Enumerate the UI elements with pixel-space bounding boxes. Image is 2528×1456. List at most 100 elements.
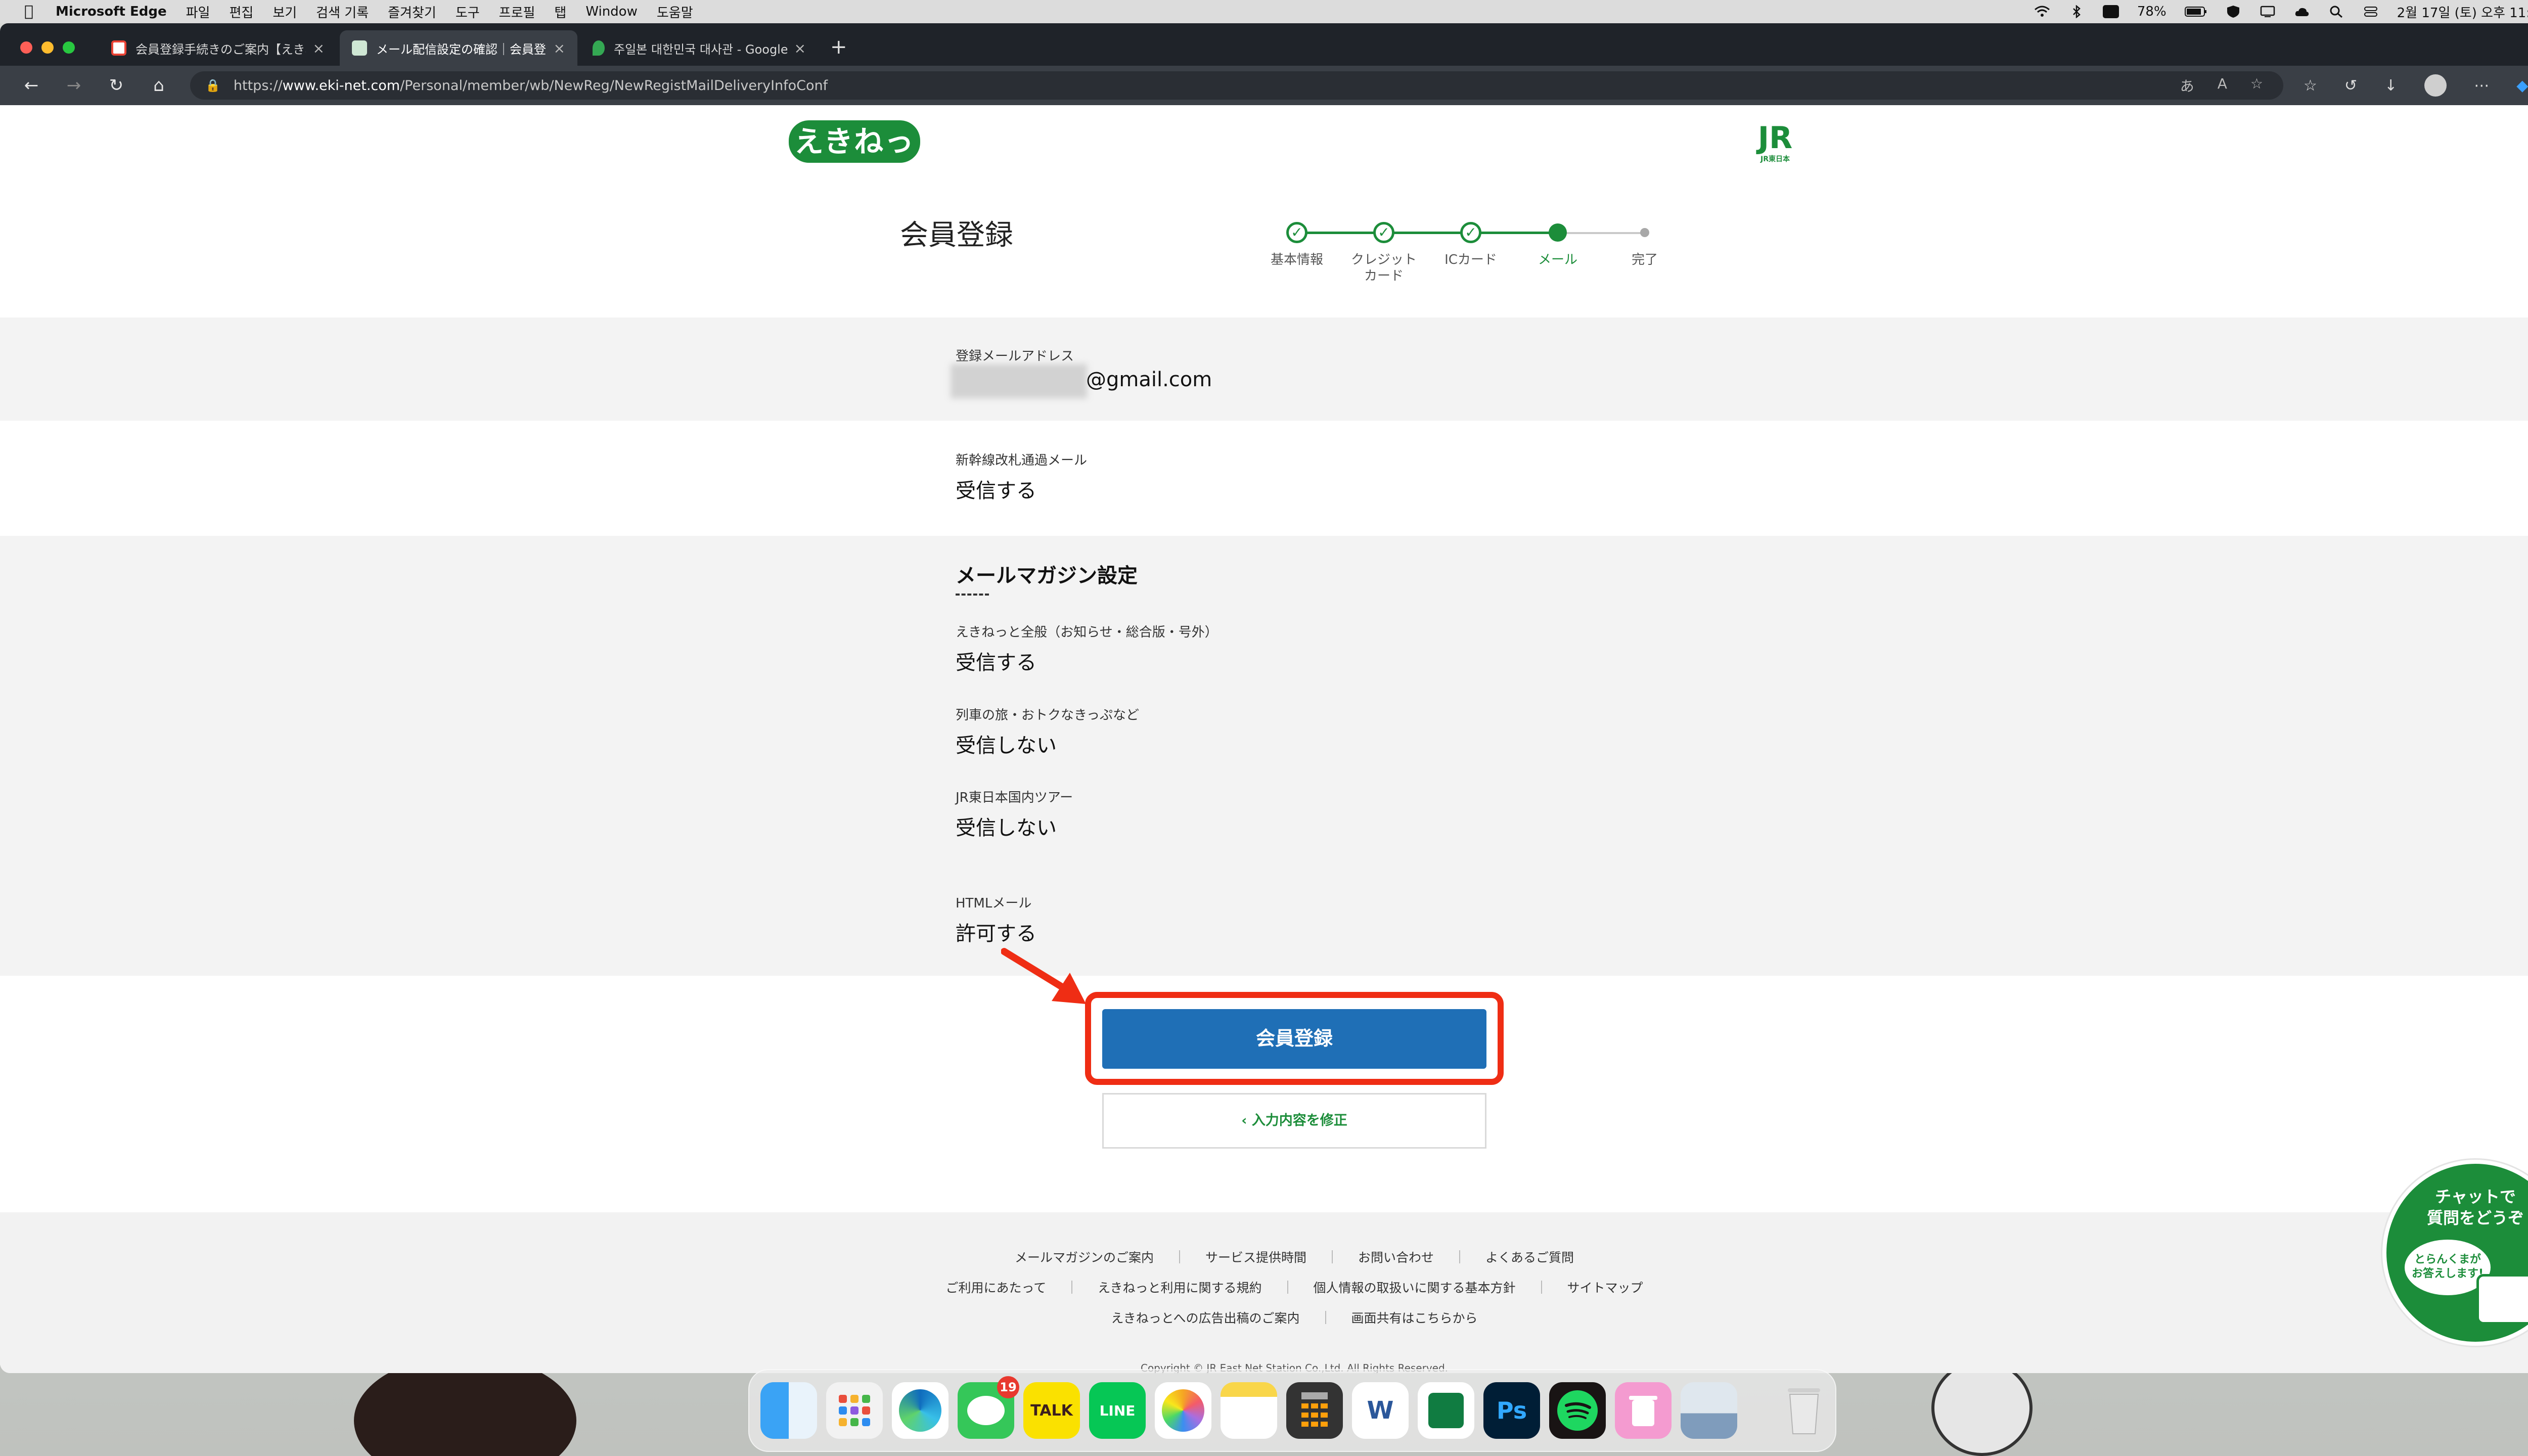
control-center-icon[interactable] [2363,5,2379,18]
back-icon[interactable]: ← [20,75,42,96]
edit-input-button[interactable]: ‹ 入力内容を修正 [1102,1093,1486,1149]
footer-links-row-2: ご利用にあたって えきねっと利用に関する規約 個人情報の取扱いに関する基本方針 … [0,1278,2528,1296]
calculator-icon[interactable] [1286,1382,1343,1439]
chat-title-line1: チャットで [2435,1187,2516,1206]
menu-tools[interactable]: 도구 [456,3,480,21]
map-pin-icon [593,40,605,56]
mail-magazine-title: メールマガジン設定 [956,564,1138,587]
finder-icon[interactable] [760,1382,817,1439]
footer-link-faq[interactable]: よくあるご質問 [1485,1248,1574,1266]
browser-window: 会員登録手続きのご案内【えきね × メール配信設定の確認｜会員登録 × 주일본 … [0,23,2528,1373]
menu-help[interactable]: 도움말 [657,3,693,21]
new-tab-icon[interactable]: + [830,35,847,59]
preview-icon[interactable] [1681,1382,1737,1439]
menu-app-name[interactable]: Microsoft Edge [56,4,167,19]
menu-window[interactable]: Window [585,4,638,19]
footer-link-advertising[interactable]: えきねっとへの広告出稿のご案内 [1111,1308,1299,1327]
close-tab-icon[interactable]: × [794,40,806,57]
battery-icon[interactable] [2184,5,2207,18]
email-section: 登録メールアドレス @gmail.com [0,317,2528,421]
step-check-icon: ✓ [1460,222,1481,243]
eki-net-logo[interactable]: えきねっと [789,120,920,201]
word-icon[interactable]: W [1352,1382,1409,1439]
translate-icon[interactable]: あ [2180,75,2194,96]
menu-file[interactable]: 파일 [186,3,210,21]
menubar-clock[interactable]: 2월 17일 (토) 오후 11:16:29 [2397,3,2528,21]
notes-icon[interactable] [1221,1382,1277,1439]
address-bar[interactable]: 🔒 https://www.eki-net.com/Personal/membe… [190,71,2283,100]
kakaotalk-icon[interactable]: TALK [1023,1382,1080,1439]
spotify-icon[interactable] [1549,1382,1606,1439]
jr-east-logo[interactable]: JR JR東日本 [1750,120,1800,163]
history-icon[interactable]: ↺ [2344,77,2357,95]
register-member-button[interactable]: 会員登録 [1102,1009,1486,1069]
menu-view[interactable]: 보기 [273,3,297,21]
chevron-left-icon: ‹ [1241,1113,1252,1128]
address-bar-actions: あ A ☆ [2180,75,2263,96]
eki-net-favicon-icon [352,40,367,56]
step-label-credit-card: クレジット カード [1350,252,1417,284]
photos-flower-shape [1162,1389,1204,1432]
display-icon[interactable] [2260,5,2276,18]
edit-input-label: 入力内容を修正 [1251,1113,1347,1128]
footer-link-privacy[interactable]: 個人情報の取扱いに関する基本方針 [1314,1278,1516,1296]
read-aloud-icon[interactable]: A [2218,75,2227,96]
menu-edit[interactable]: 편집 [229,3,253,21]
launchpad-icon[interactable] [826,1382,883,1439]
url-path: /Personal/member/wb/NewReg/NewRegistMail… [400,77,828,94]
close-window-button[interactable] [20,41,32,54]
footer-link-usage[interactable]: ご利用にあたって [945,1278,1046,1296]
mac-dock: 19 TALK LINE W Ps [748,1369,1836,1452]
footer-link-screen-share[interactable]: 画面共有はこちらから [1351,1308,1478,1327]
menu-history[interactable]: 검색 기록 [316,3,369,21]
close-tab-icon[interactable]: × [554,40,565,57]
reload-icon[interactable]: ↻ [105,75,127,96]
photos-icon[interactable] [1155,1382,1211,1439]
wifi-icon[interactable] [2034,5,2050,18]
forward-icon[interactable]: → [63,75,85,96]
more-menu-icon[interactable]: ⋯ [2474,77,2489,95]
zoom-window-button[interactable] [63,41,75,54]
footer-link-mail-magazine[interactable]: メールマガジンのご案内 [1015,1248,1154,1266]
minimize-window-button[interactable] [41,41,54,54]
favorites-icon[interactable]: ☆ [2304,77,2317,95]
menu-profile[interactable]: 프로필 [499,3,535,21]
footer-link-service-hours[interactable]: サービス提供時間 [1205,1248,1306,1266]
favorite-star-icon[interactable]: ☆ [2250,75,2263,96]
cloud-icon[interactable] [2294,5,2310,18]
home-icon[interactable]: ⌂ [148,75,170,96]
downloads-icon[interactable]: ↓ [2384,77,2397,95]
menu-tab[interactable]: 탭 [554,3,566,21]
edge-browser-icon[interactable] [892,1382,949,1439]
tab-bar: 会員登録手続きのご案内【えきね × メール配信設定の確認｜会員登録 × 주일본 … [0,23,2528,66]
cleaner-app-icon[interactable] [1615,1382,1672,1439]
search-icon[interactable] [2328,5,2344,18]
lock-icon[interactable]: 🔒 [205,78,220,93]
profile-avatar[interactable] [2424,74,2447,97]
menu-favorites[interactable]: 즐겨찾기 [388,3,436,21]
close-tab-icon[interactable]: × [313,40,325,57]
trash-icon[interactable] [1776,1382,1832,1439]
tab-gmail[interactable]: 会員登録手続きのご案内【えきね × [99,30,337,66]
excel-icon[interactable] [1418,1382,1474,1439]
messages-icon[interactable]: 19 [958,1376,1019,1439]
page-content: えきねっと JR JR東日本 会員登録 ✓ ✓ ✓ 基本情報 クレジット カード I… [0,105,2528,1373]
footer-link-sitemap[interactable]: サイトマップ [1567,1278,1643,1296]
mac-menu-bar:  Microsoft Edge 파일 편집 보기 검색 기록 즐겨찾기 도구 … [0,0,2528,23]
magazine-travel-label: 列車の旅・おトクなきっぷなど [956,708,1139,723]
footer-link-terms[interactable]: えきねっと利用に関する規約 [1098,1278,1261,1296]
photoshop-icon[interactable]: Ps [1483,1382,1540,1439]
toolbar-right-icons: ☆ ↺ ↓ ⋯ ◆ [2304,74,2528,97]
jr-logo-text: JR [1757,120,1793,156]
footer-separator [1332,1250,1333,1263]
input-method-icon[interactable] [2102,5,2119,18]
tab-eki-net[interactable]: メール配信設定の確認｜会員登録 × [340,30,577,66]
bluetooth-icon[interactable] [2068,5,2085,18]
progress-steps: ✓ ✓ ✓ 基本情報 クレジット カード ICカード メール 完了 [1264,216,1668,287]
tab-google-maps[interactable]: 주일본 대한민국 대사관 - Google 지도 × [580,30,818,66]
copilot-icon[interactable]: ◆ [2516,77,2528,95]
apple-icon[interactable]:  [20,3,37,20]
footer-link-contact[interactable]: お問い合わせ [1358,1248,1434,1266]
vpn-shield-icon[interactable] [2225,5,2241,18]
line-app-icon[interactable]: LINE [1089,1382,1146,1439]
